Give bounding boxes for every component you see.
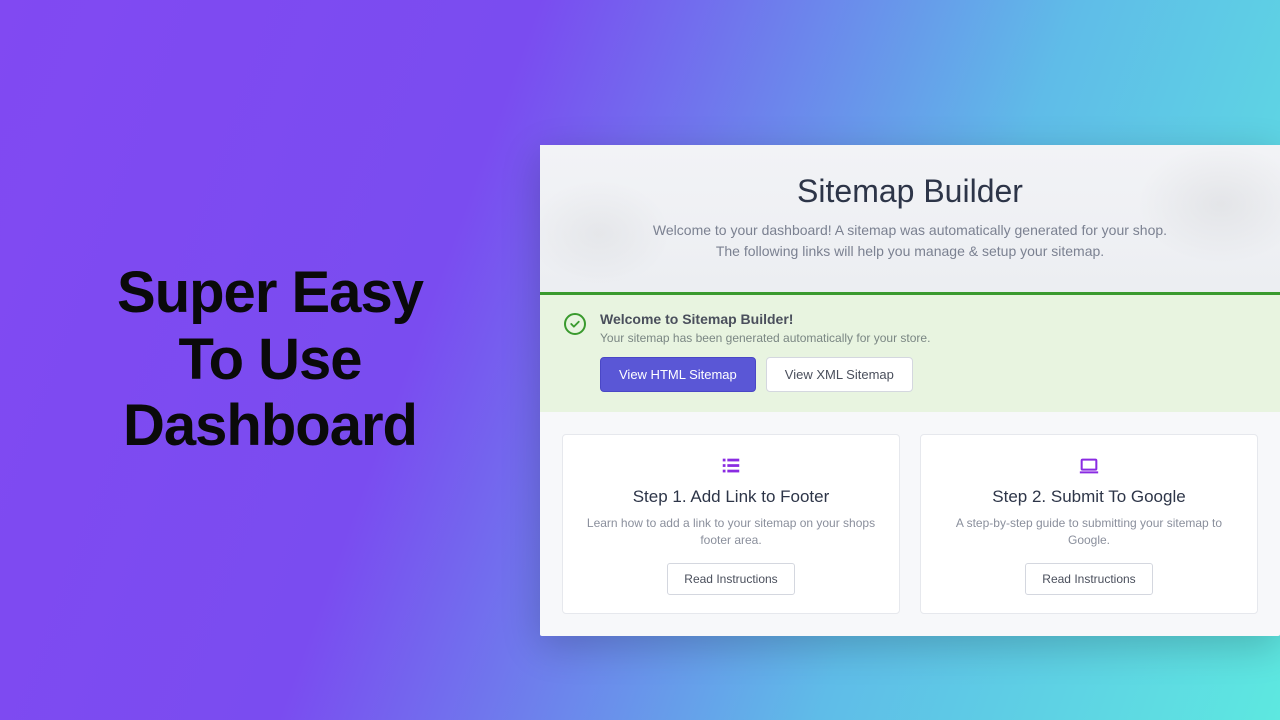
list-icon	[581, 455, 881, 477]
laptop-icon	[939, 455, 1239, 477]
step-title: Step 1. Add Link to Footer	[581, 487, 881, 507]
headline-line-1: Super Easy	[55, 260, 485, 327]
hero-section: Sitemap Builder Welcome to your dashboar…	[540, 145, 1280, 292]
headline-line-2: To Use	[55, 327, 485, 394]
step-title: Step 2. Submit To Google	[939, 487, 1239, 507]
page-subtitle: Welcome to your dashboard! A sitemap was…	[650, 220, 1170, 262]
step-desc: A step-by-step guide to submitting your …	[939, 515, 1239, 549]
notice-title: Welcome to Sitemap Builder!	[600, 311, 930, 327]
success-notice: Welcome to Sitemap Builder! Your sitemap…	[540, 292, 1280, 412]
step-card-add-link: Step 1. Add Link to Footer Learn how to …	[562, 434, 900, 614]
step-desc: Learn how to add a link to your sitemap …	[581, 515, 881, 549]
dashboard-panel: Sitemap Builder Welcome to your dashboar…	[540, 145, 1280, 636]
notice-message: Your sitemap has been generated automati…	[600, 331, 930, 345]
page-title: Sitemap Builder	[580, 173, 1240, 210]
read-instructions-button[interactable]: Read Instructions	[1025, 563, 1152, 595]
steps-row: Step 1. Add Link to Footer Learn how to …	[540, 412, 1280, 636]
view-html-sitemap-button[interactable]: View HTML Sitemap	[600, 357, 756, 392]
check-circle-icon	[564, 313, 586, 335]
notice-body: Welcome to Sitemap Builder! Your sitemap…	[600, 311, 930, 392]
read-instructions-button[interactable]: Read Instructions	[667, 563, 794, 595]
view-xml-sitemap-button[interactable]: View XML Sitemap	[766, 357, 913, 392]
headline-line-3: Dashboard	[55, 393, 485, 460]
step-card-submit-google: Step 2. Submit To Google A step-by-step …	[920, 434, 1258, 614]
marketing-headline: Super Easy To Use Dashboard	[55, 260, 485, 460]
notice-actions: View HTML Sitemap View XML Sitemap	[600, 357, 930, 392]
